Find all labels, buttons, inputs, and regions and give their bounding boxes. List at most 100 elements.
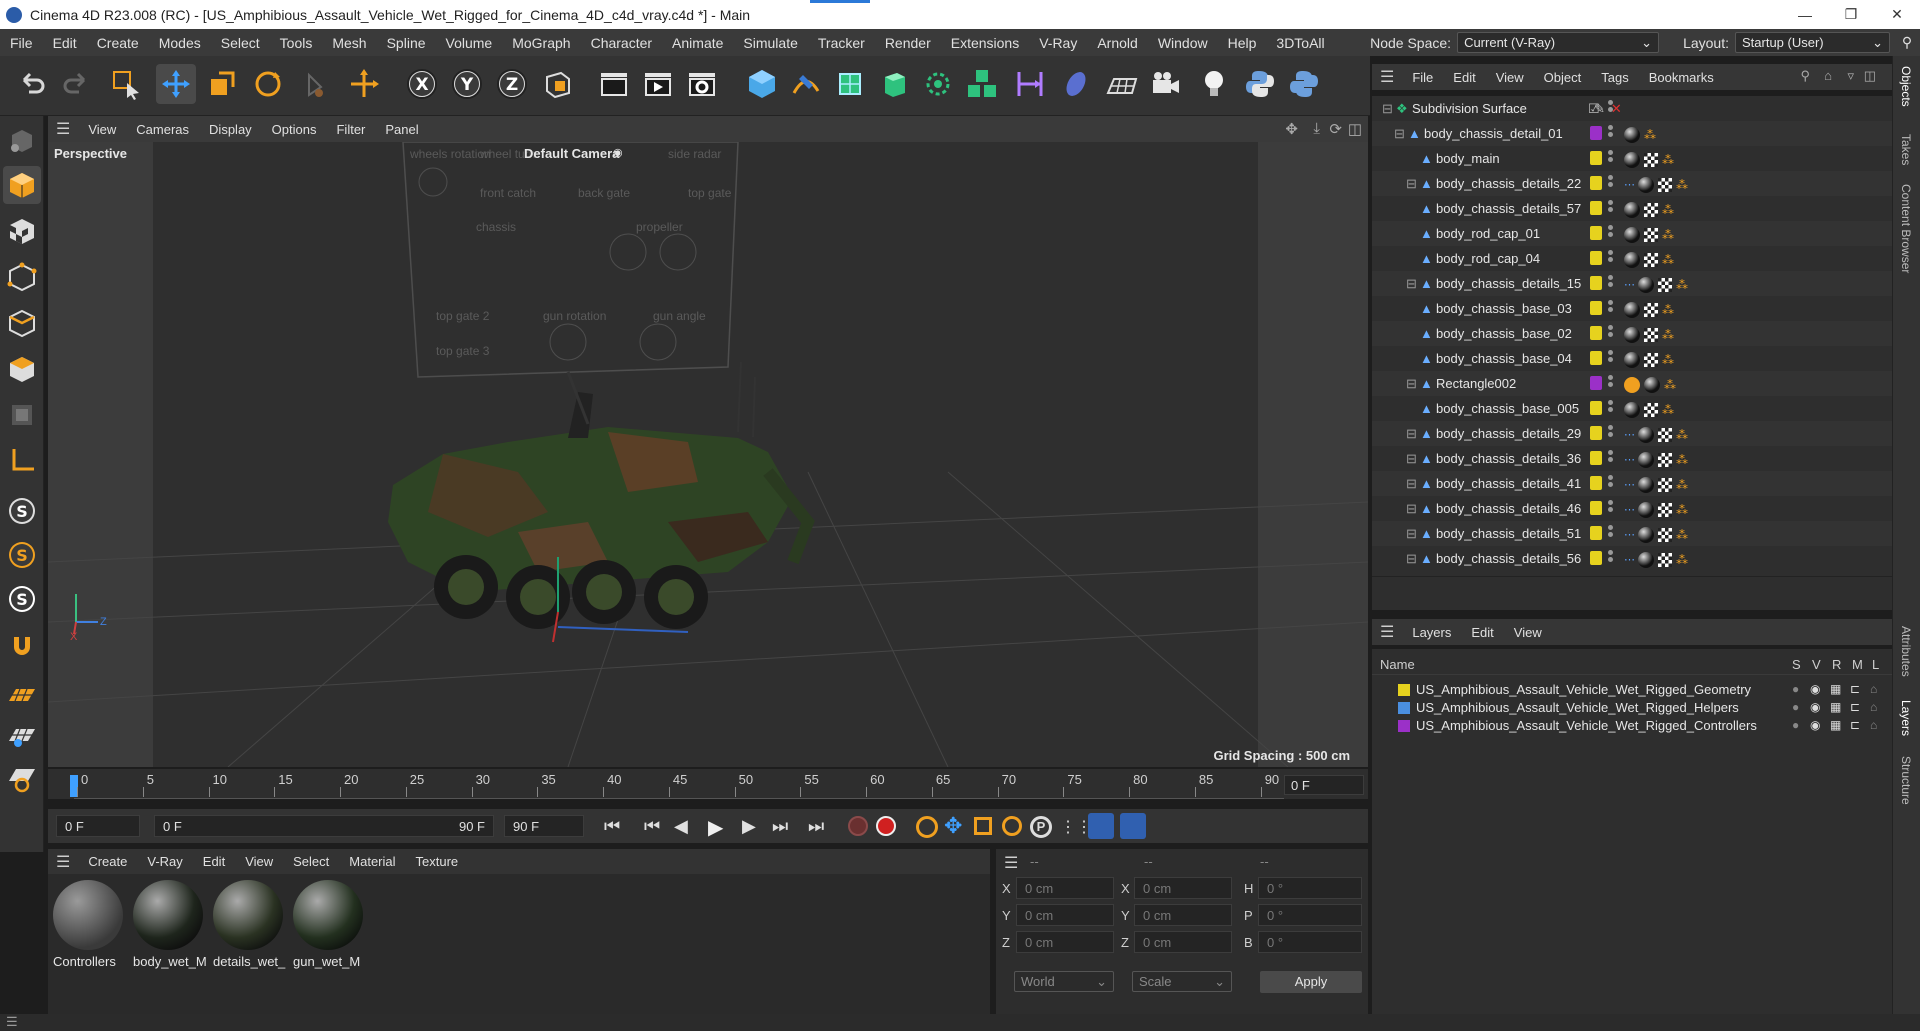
expand-toggle-icon[interactable]: ⊟ [1406, 451, 1417, 467]
layer-color-swatch[interactable] [1590, 526, 1602, 540]
tags-area[interactable]: ⋯ ⁂ [1624, 526, 1688, 543]
om-menu-tags[interactable]: Tags [1591, 70, 1638, 85]
layer-color-swatch[interactable] [1398, 720, 1410, 732]
frame-range-slider[interactable]: 0 F 90 F [154, 815, 494, 837]
layers-menu-layers[interactable]: Layers [1402, 625, 1461, 640]
layer-color-swatch[interactable] [1590, 226, 1602, 240]
deformer-button[interactable] [1010, 64, 1050, 104]
viewport-menu-cameras[interactable]: Cameras [126, 122, 199, 137]
visibility-dots-icon[interactable] [1608, 350, 1613, 366]
viewport-maximize-icon[interactable]: ◫ [1348, 120, 1362, 138]
menu-render[interactable]: Render [875, 35, 941, 51]
viewport-menu-panel[interactable]: Panel [375, 122, 428, 137]
solo-button[interactable]: S [3, 492, 41, 530]
menu-file[interactable]: File [0, 35, 43, 51]
layer-color-swatch[interactable] [1398, 684, 1410, 696]
redo-button[interactable] [56, 64, 96, 104]
visibility-dots-icon[interactable] [1608, 375, 1613, 391]
extrude-button[interactable] [874, 64, 914, 104]
texture-tag-icon[interactable] [1658, 527, 1672, 542]
key-rotation-icon[interactable] [1002, 816, 1022, 836]
material-menu-view[interactable]: View [235, 854, 283, 869]
go-to-start-button[interactable]: ⏮ [604, 816, 620, 837]
material-menu-edit[interactable]: Edit [193, 854, 235, 869]
menu-simulate[interactable]: Simulate [733, 35, 807, 51]
3d-viewport[interactable]: wheels rotation wheel turn side radar fr… [48, 142, 1368, 767]
rig-tag-icon[interactable]: ⁂ [1676, 278, 1688, 292]
visibility-dots-icon[interactable] [1608, 550, 1613, 566]
hamburger-icon[interactable]: ☰ [48, 119, 78, 139]
texture-tag-icon[interactable] [1658, 552, 1672, 567]
material-tag-icon[interactable] [1624, 151, 1640, 168]
tags-area[interactable]: ⋯ ⁂ [1624, 176, 1688, 193]
new-window-icon[interactable]: ◫ [1864, 68, 1876, 84]
render-icon[interactable]: ▦ [1830, 718, 1841, 732]
menu-select[interactable]: Select [211, 35, 270, 51]
relation-tag-icon[interactable]: ⋯ [1624, 453, 1635, 466]
texture-tag-icon[interactable] [1644, 227, 1658, 242]
x-axis-lock-button[interactable]: X [402, 64, 442, 104]
workplane-button[interactable] [3, 442, 41, 480]
render-icon[interactable]: ▦ [1830, 682, 1841, 696]
close-button[interactable]: ✕ [1874, 0, 1920, 29]
tags-area[interactable]: ⋯ ⁂ [1624, 501, 1688, 518]
menu-edit[interactable]: Edit [43, 35, 87, 51]
material-tag-icon[interactable] [1638, 501, 1654, 518]
relation-tag-icon[interactable]: ⋯ [1624, 478, 1635, 491]
menu-tracker[interactable]: Tracker [808, 35, 875, 51]
layer-row[interactable]: US_Amphibious_Assault_Vehicle_Wet_Rigged… [1372, 717, 1892, 735]
relation-tag-icon[interactable]: ⋯ [1624, 178, 1635, 191]
object-row[interactable]: ▲ body_main ⁂ [1372, 146, 1892, 171]
om-menu-file[interactable]: File [1402, 70, 1443, 85]
material-tag-icon[interactable] [1624, 126, 1640, 143]
visibility-dots-icon[interactable] [1608, 125, 1613, 141]
menu-mesh[interactable]: Mesh [322, 35, 376, 51]
manager-icon[interactable]: ⊏ [1850, 718, 1860, 732]
points-mode-button[interactable] [3, 258, 41, 296]
tags-area[interactable]: ⁂ [1624, 126, 1656, 143]
delete-icon[interactable]: ✕ [1611, 101, 1622, 116]
key-parameter-icon[interactable]: P [1030, 816, 1052, 838]
size-x-field[interactable]: 0 cm [1134, 877, 1232, 899]
viewport-pan-icon[interactable]: ✥ [1285, 120, 1298, 138]
rotation-b-field[interactable]: 0 ° [1258, 931, 1362, 953]
keyframe-selection-icon[interactable] [916, 816, 938, 838]
rig-tag-icon[interactable]: ⁂ [1662, 353, 1674, 367]
visibility-dots-icon[interactable] [1608, 150, 1613, 166]
expand-toggle-icon[interactable]: ⊟ [1406, 176, 1417, 192]
viewport-menu-options[interactable]: Options [262, 122, 327, 137]
apply-button[interactable]: Apply [1260, 971, 1362, 993]
object-row[interactable]: ⊟ ▲ body_chassis_details_56 ⋯ ⁂ [1372, 546, 1892, 571]
tags-area[interactable]: ⁂ [1624, 351, 1674, 368]
menu-tools[interactable]: Tools [270, 35, 323, 51]
rig-tag-icon[interactable]: ⁂ [1662, 328, 1674, 342]
end-frame-field[interactable]: 90 F [504, 815, 584, 837]
rig-tag-icon[interactable]: ⁂ [1676, 453, 1688, 467]
object-row[interactable]: ▲ body_rod_cap_04 ⁂ [1372, 246, 1892, 271]
tags-area[interactable]: ⁂ [1624, 301, 1674, 318]
rotate-grid-button[interactable] [3, 760, 41, 798]
visibility-dots-icon[interactable] [1608, 225, 1613, 241]
layer-row[interactable]: US_Amphibious_Assault_Vehicle_Wet_Rigged… [1372, 681, 1892, 699]
tags-area[interactable]: ⋯ ⁂ [1624, 476, 1688, 493]
material-tag-icon[interactable] [1638, 426, 1654, 443]
previous-frame-button[interactable]: ◀ [674, 816, 688, 837]
y-axis-lock-button[interactable]: Y [447, 64, 487, 104]
home-icon[interactable]: ⌂ [1824, 68, 1832, 83]
menu-window[interactable]: Window [1148, 35, 1218, 51]
lock-icon[interactable]: ⌂ [1870, 700, 1877, 714]
relation-tag-icon[interactable]: ⋯ [1624, 503, 1635, 516]
layer-color-swatch[interactable] [1590, 151, 1602, 165]
relation-tag-icon[interactable]: ⋯ [1624, 528, 1635, 541]
texture-tag-icon[interactable] [1644, 202, 1658, 217]
rig-tag-icon[interactable]: ⁂ [1676, 478, 1688, 492]
rig-tag-icon[interactable]: ⁂ [1676, 503, 1688, 517]
field-button[interactable] [1056, 64, 1096, 104]
size-z-field[interactable]: 0 cm [1134, 931, 1232, 953]
relation-tag-icon[interactable]: ⋯ [1624, 428, 1635, 441]
menu-3dtoall[interactable]: 3DToAll [1266, 35, 1334, 51]
texture-tag-icon[interactable] [1644, 252, 1658, 267]
menu-arnold[interactable]: Arnold [1087, 35, 1147, 51]
rotation-h-field[interactable]: 0 ° [1258, 877, 1362, 899]
layer-color-swatch[interactable] [1590, 276, 1602, 290]
